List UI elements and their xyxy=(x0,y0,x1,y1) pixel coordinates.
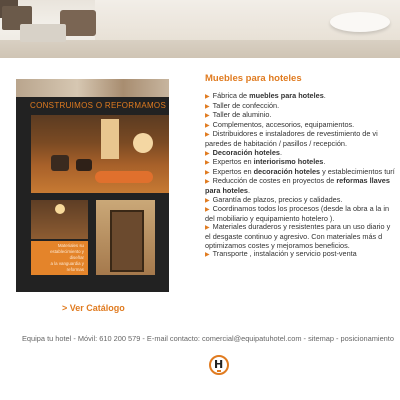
bullet-arrow-icon: ▶ xyxy=(205,207,210,214)
banner-coffee-table xyxy=(20,24,66,42)
header-banner-image xyxy=(0,0,400,58)
footer-separator: - xyxy=(140,334,147,343)
feature-highlight: reformas llaves xyxy=(336,176,390,186)
bullet-arrow-icon: ▶ xyxy=(205,252,210,259)
bullet-arrow-icon: ▶ xyxy=(205,197,210,204)
catalog-brochure[interactable]: CONSTRUIMOS O REFORMAMOS Materiales su e… xyxy=(16,79,169,292)
logo-accent xyxy=(217,370,221,372)
bullet-arrow-icon: ▶ xyxy=(205,225,210,232)
brochure-door-photo xyxy=(96,200,155,275)
banner-floor xyxy=(0,40,400,58)
features-list: ▶ Fábrica de muebles para hoteles. ▶ Taller… xyxy=(205,92,400,262)
brochure-promo-box: Materiales su establecimiento y diseñar … xyxy=(31,241,88,275)
brochure-header-image xyxy=(16,79,169,97)
footer-separator: - xyxy=(71,334,78,343)
section-heading: Muebles para hoteles xyxy=(205,73,302,84)
bullet-arrow-icon: ▶ xyxy=(205,103,210,110)
feature-text: Distribuidores e instaladores de revesti… xyxy=(212,129,378,139)
footer-separator: - xyxy=(333,334,341,343)
bullet-arrow-icon: ▶ xyxy=(205,150,210,157)
feature-text: Expertos en xyxy=(212,157,254,167)
footer-email: E-mail contacto: comercial@equipatuhotel… xyxy=(146,334,302,343)
feature-text: Taller de aluminio. xyxy=(212,110,272,120)
view-catalog-link[interactable]: > Ver Catálogo xyxy=(62,303,125,313)
feature-text: Reducción de costes en proyectos de xyxy=(212,176,337,186)
promo-line: reformas xyxy=(66,267,84,272)
feature-highlight: Decoración hoteles xyxy=(212,147,280,157)
feature-text: . xyxy=(279,147,282,157)
feature-text: Complementos, accesorios, equipamientos. xyxy=(212,119,355,129)
feature-text: Transporte , instalación y servicio post… xyxy=(212,249,357,259)
brochure-bar-photo xyxy=(31,200,88,239)
feature-text: Expertos en xyxy=(212,166,254,176)
brochure-title: CONSTRUIMOS O REFORMAMOS xyxy=(30,101,167,110)
banner-round-table xyxy=(330,12,390,32)
seo-link[interactable]: posicionamiento xyxy=(341,334,394,343)
bullet-arrow-icon: ▶ xyxy=(205,169,210,176)
bullet-arrow-icon: ▶ xyxy=(205,113,210,120)
feature-highlight: interiorismo hoteles xyxy=(253,157,324,167)
sitemap-link[interactable]: sitemap xyxy=(308,334,334,343)
feature-text: Fábrica de xyxy=(212,92,250,100)
feature-text: Materiales duraderos y resistentes para … xyxy=(212,222,391,232)
footer-phone: Móvil: 610 200 579 xyxy=(77,334,141,343)
feature-text: y establecimientos turí xyxy=(320,166,395,176)
feature-text: . xyxy=(323,92,326,100)
bullet-arrow-icon: ▶ xyxy=(205,122,210,129)
feature-text: . xyxy=(323,157,326,167)
brochure-lounge-photo xyxy=(31,115,169,193)
feature-highlight: muebles para hoteles xyxy=(249,92,324,100)
hotel-logo-icon[interactable]: H xyxy=(209,355,229,375)
feature-highlight: decoración hoteles xyxy=(253,166,321,176)
feature-text: Garantía de plazos, precios y calidades. xyxy=(212,194,343,204)
feature-item: ▶ Transporte , instalación y servicio pos… xyxy=(205,249,400,260)
bullet-arrow-icon: ▶ xyxy=(205,179,210,186)
footer: Equipa tu hotel - Móvil: 610 200 579 - E… xyxy=(22,334,394,343)
bullet-arrow-icon: ▶ xyxy=(205,132,210,139)
feature-text: Taller de confección. xyxy=(212,100,280,110)
bullet-arrow-icon: ▶ xyxy=(205,94,210,100)
footer-company: Equipa tu hotel xyxy=(22,334,72,343)
feature-text: Coordinamos todos los procesos (desde la… xyxy=(212,204,390,214)
promo-line: establecimiento y diseñar xyxy=(50,249,84,260)
bullet-arrow-icon: ▶ xyxy=(205,160,210,167)
